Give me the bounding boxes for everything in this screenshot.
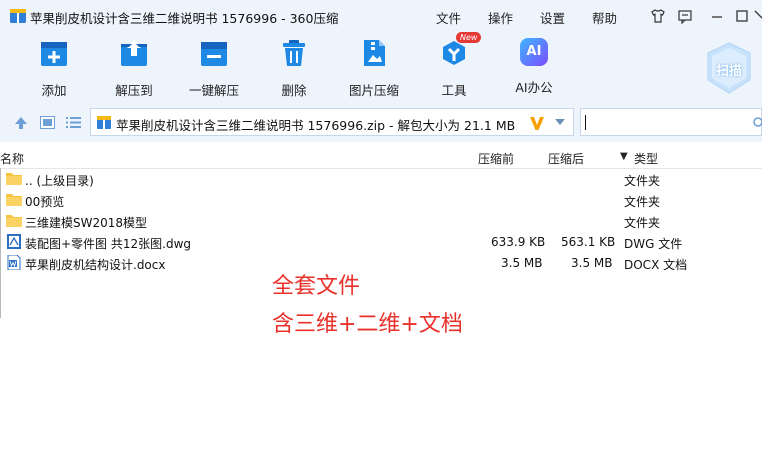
one-click-extract-button[interactable]: 一键解压: [184, 38, 244, 99]
overlay-line-1: 全套文件: [272, 274, 361, 299]
file-name: 00预览: [25, 195, 65, 209]
ai-office-icon: AI: [520, 38, 548, 66]
file-row[interactable]: 苹果削皮机结构设计.docx 3.5 MB 3.5 MB DOCX 文档: [0, 253, 762, 274]
file-type: DOCX 文档: [624, 258, 688, 272]
menu-settings[interactable]: 设置: [540, 8, 565, 27]
sort-indicator: ▼: [620, 151, 628, 162]
image-compress-label: 图片压缩: [348, 83, 399, 98]
file-type: 文件夹: [624, 216, 661, 230]
search-input[interactable]: [580, 108, 762, 136]
close-icon[interactable]: [752, 8, 762, 24]
file-name: 苹果削皮机结构设计.docx: [25, 258, 166, 272]
docx-file-icon: [7, 255, 21, 270]
dwg-file-icon: [7, 234, 21, 249]
add-label: 添加: [41, 83, 67, 98]
file-size-after: 563.1 KB: [561, 235, 616, 249]
file-row[interactable]: 装配图+零件图 共12张图.dwg 633.9 KB 563.1 KB DWG …: [0, 232, 762, 253]
address-field[interactable]: 苹果削皮机设计含三维二维说明书 1576996.zip - 解包大小为 21.1…: [90, 108, 574, 136]
extract-to-button[interactable]: 解压到: [104, 38, 164, 99]
scan-button[interactable]: 扫描: [706, 42, 752, 94]
menu-help[interactable]: 帮助: [592, 8, 617, 27]
file-type: DWG 文件: [624, 237, 683, 251]
zip-archive-icon: [97, 116, 111, 129]
skin-shirt-icon[interactable]: [650, 8, 666, 24]
column-after[interactable]: 压缩后: [548, 150, 584, 167]
thumbnail-view-icon[interactable]: [40, 116, 55, 129]
add-button[interactable]: 添加: [24, 38, 84, 99]
menu-file[interactable]: 文件: [436, 8, 461, 27]
one-click-extract-icon: [201, 42, 227, 66]
window-title: 苹果削皮机设计含三维二维说明书 1576996 - 360压缩: [30, 11, 339, 26]
maximize-icon[interactable]: [734, 8, 750, 24]
ai-office-button[interactable]: AI AI办公: [504, 38, 564, 96]
scan-label: 扫描: [715, 64, 742, 79]
file-type: 文件夹: [624, 174, 661, 188]
column-before[interactable]: 压缩前: [478, 150, 514, 167]
file-size-before: 633.9 KB: [491, 235, 546, 249]
file-row[interactable]: .. (上级目录) 文件夹: [0, 169, 762, 190]
archive-path: 苹果削皮机设计含三维二维说明书 1576996.zip - 解包大小为 21.1…: [116, 118, 516, 133]
folder-icon: [6, 215, 22, 227]
file-name: .. (上级目录): [25, 174, 94, 188]
ai-office-label: AI办公: [515, 80, 553, 95]
image-compress-icon: [364, 40, 385, 66]
toolbar: 添加 解压到 一键解压 删除 图片压缩 New 工具 AI AI办公: [0, 32, 762, 104]
add-box-icon: [41, 42, 67, 66]
file-row[interactable]: 三维建模SW2018模型 文件夹: [0, 211, 762, 232]
chevron-down-icon[interactable]: [555, 119, 565, 126]
column-name[interactable]: 名称: [0, 150, 24, 167]
list-view-icon[interactable]: [66, 116, 81, 129]
file-name: 装配图+零件图 共12张图.dwg: [25, 237, 192, 251]
text-cursor: [585, 115, 586, 130]
minimize-icon[interactable]: [709, 8, 725, 24]
delete-button[interactable]: 删除: [264, 38, 324, 99]
column-type[interactable]: 类型: [634, 150, 658, 167]
tools-label: 工具: [441, 83, 467, 98]
feedback-icon[interactable]: [677, 8, 693, 24]
extract-to-label: 解压到: [115, 83, 153, 98]
up-arrow-icon[interactable]: [14, 116, 28, 130]
new-badge: New: [456, 32, 482, 43]
file-size-after: 3.5 MB: [571, 256, 613, 270]
title-bar: 苹果削皮机设计含三维二维说明书 1576996 - 360压缩 文件 操作 设置…: [0, 0, 762, 32]
one-click-extract-label: 一键解压: [188, 83, 239, 98]
file-row[interactable]: 00预览 文件夹: [0, 190, 762, 211]
folder-icon: [6, 173, 22, 185]
file-type: 文件夹: [624, 195, 661, 209]
folder-icon: [6, 194, 22, 206]
file-name: 三维建模SW2018模型: [25, 216, 148, 230]
trash-icon: [283, 40, 305, 66]
file-size-before: 3.5 MB: [501, 256, 543, 270]
image-compress-button[interactable]: 图片压缩: [344, 38, 404, 99]
overlay-line-2: 含三维+二维+文档: [272, 312, 463, 337]
delete-label: 删除: [281, 83, 307, 98]
search-icon[interactable]: [751, 117, 762, 129]
menu-operation[interactable]: 操作: [488, 8, 513, 27]
column-header: 名称 压缩前 压缩后 ▼ 类型: [0, 146, 762, 169]
verified-v-icon: [530, 117, 544, 130]
ai-icon-text: AI: [526, 44, 542, 59]
extract-to-icon: [121, 40, 147, 66]
archive-app-icon: [10, 9, 26, 23]
tools-button[interactable]: New 工具: [424, 32, 484, 99]
